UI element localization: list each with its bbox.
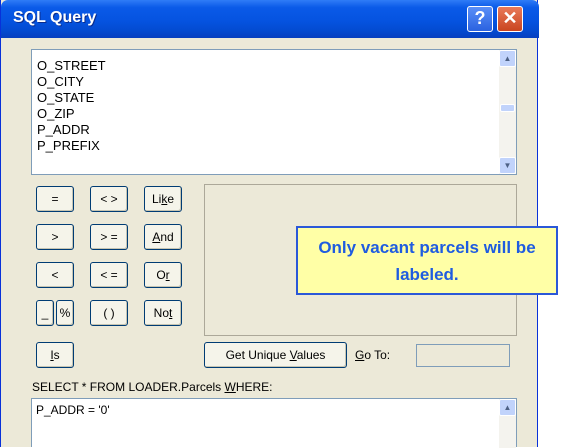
where-scroll-up-icon[interactable]: ▲ (499, 399, 516, 416)
list-item[interactable]: P_ADDR (34, 122, 106, 138)
like-button[interactable]: Like (144, 186, 182, 212)
parentheses-button[interactable]: ( ) (90, 300, 128, 326)
help-icon: ? (474, 8, 486, 28)
not-equal-button[interactable]: < > (90, 186, 128, 212)
is-button[interactable]: Is (36, 342, 74, 368)
less-than-button[interactable]: < (36, 262, 74, 288)
get-unique-values-button[interactable]: Get Unique Values (204, 342, 347, 368)
where-clause-field[interactable]: P_ADDR = '0' ▲ (31, 398, 517, 448)
goto-field[interactable] (416, 344, 510, 367)
list-item[interactable]: O_CITY (34, 74, 106, 90)
not-button[interactable]: Not (144, 300, 182, 326)
equals-button[interactable]: = (36, 186, 74, 212)
greater-than-button[interactable]: > (36, 224, 74, 250)
title-bar[interactable]: SQL Query ? ✕ (1, 0, 539, 38)
underscore-wildcard-button[interactable]: _ (36, 300, 54, 326)
field-list[interactable]: O_STREET O_CITY O_STATE O_ZIP P_ADDR P_P… (31, 49, 517, 175)
scroll-thumb[interactable] (500, 104, 515, 112)
sql-query-dialog: SQL Query ? ✕ O_STREET O_CITY O_STATE O_… (0, 0, 539, 448)
scroll-down-arrow-icon[interactable]: ▼ (499, 157, 516, 174)
query-prefix-label: SELECT * FROM LOADER.Parcels WHERE: (32, 380, 273, 394)
callout-note: Only vacant parcels will be labeled. (296, 226, 558, 295)
list-item[interactable]: O_STATE (34, 90, 106, 106)
scroll-up-arrow-icon[interactable]: ▲ (499, 50, 516, 67)
list-item[interactable]: P_PREFIX (34, 138, 106, 154)
help-button[interactable]: ? (467, 6, 493, 32)
dialog-title: SQL Query (13, 9, 97, 26)
percent-wildcard-button[interactable]: % (56, 300, 74, 326)
and-button[interactable]: And (144, 224, 182, 250)
list-item[interactable]: O_ZIP (34, 106, 106, 122)
greater-equal-button[interactable]: > = (90, 224, 128, 250)
list-item[interactable]: O_STREET (34, 58, 106, 74)
close-icon: ✕ (502, 8, 518, 28)
field-list-scrollbar[interactable]: ▲ ▼ (499, 50, 516, 174)
goto-label: Go To: (355, 348, 391, 362)
close-button[interactable]: ✕ (497, 6, 523, 32)
or-button[interactable]: Or (144, 262, 182, 288)
where-scrollbar[interactable]: ▲ (499, 399, 516, 448)
less-equal-button[interactable]: < = (90, 262, 128, 288)
where-clause-text: P_ADDR = '0' (36, 403, 110, 417)
